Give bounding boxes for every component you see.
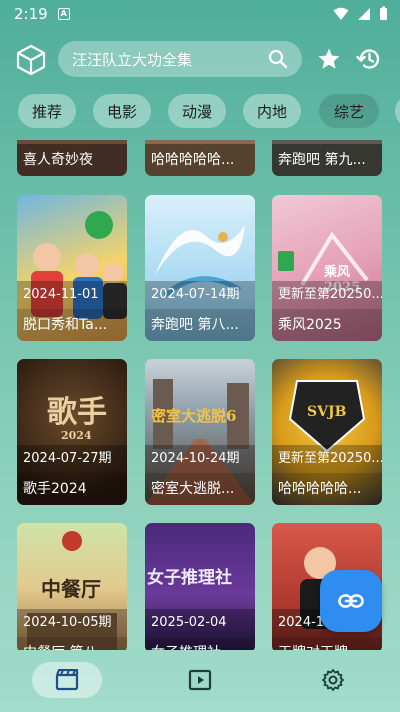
category-tabs: 推荐 电影 动漫 内地 综艺 — [0, 94, 400, 130]
list-item[interactable]: 中餐厅 2024-10-05期 中餐厅 第八... — [17, 523, 127, 650]
bottom-navigation — [0, 650, 400, 712]
nav-play[interactable] — [186, 662, 214, 698]
list-item[interactable]: 歌手 2024 2024-07-27期 歌手2024 — [17, 359, 127, 505]
star-icon[interactable] — [317, 47, 341, 71]
tab-variety[interactable]: 综艺 — [319, 94, 379, 128]
card-title: 乘风2025 — [272, 309, 382, 341]
card-title: 哈哈哈哈哈... — [145, 144, 255, 176]
card-title: 奔跑吧 第九... — [272, 144, 382, 176]
play-square-icon — [188, 669, 212, 691]
card-title: 喜人奇妙夜 — [17, 144, 127, 176]
cube-icon[interactable] — [16, 44, 46, 76]
nav-home[interactable] — [32, 662, 102, 698]
card-title: 哈哈哈哈哈... — [272, 473, 382, 505]
card-title: 密室大逃脱... — [145, 473, 255, 505]
card-badge: 2024-07-14期 — [145, 281, 255, 309]
status-bar: 2:19 A — [0, 0, 400, 28]
card-title: 奔跑吧 第八... — [145, 309, 255, 341]
clapperboard-icon — [55, 669, 79, 691]
poster-title-text: SVJB — [307, 404, 347, 420]
list-item[interactable]: 乘风2025 更新至第20250... 乘风2025 — [272, 195, 382, 341]
search-query: 汪汪队立大功全集 — [72, 50, 193, 69]
search-icon[interactable] — [268, 49, 288, 69]
poster-title-text: 密室大逃脱6 — [151, 407, 237, 425]
card-badge: 2024-10-24期 — [145, 445, 255, 473]
card-badge: 2024-11-01 — [17, 281, 127, 309]
link-fab-button[interactable] — [320, 570, 382, 632]
card-title: 歌手2024 — [17, 473, 127, 505]
card-title: 中餐厅 第八... — [17, 637, 127, 650]
status-time: 2:19 — [14, 5, 48, 23]
card-badge: 2024-10-05期 — [17, 609, 127, 637]
list-item[interactable]: 2024-07-14期 奔跑吧 第八... — [145, 195, 255, 341]
battery-icon — [380, 6, 387, 20]
notification-icon: A — [57, 8, 70, 20]
list-item[interactable]: 密室大逃脱6 2024-10-24期 密室大逃脱... — [145, 359, 255, 505]
poster-year-text: 2024 — [61, 429, 92, 442]
tab-movies[interactable]: 电影 — [93, 94, 151, 128]
card-badge: 更新至第20250... — [272, 281, 382, 309]
poster-title-text: 歌手 — [47, 395, 107, 430]
list-item[interactable]: 喜人奇妙夜 — [17, 140, 127, 176]
nav-settings[interactable] — [319, 662, 347, 698]
tab-anime[interactable]: 动漫 — [168, 94, 226, 128]
list-item[interactable]: 奔跑吧 第九... — [272, 140, 382, 176]
wifi-icon — [333, 7, 349, 20]
card-badge: 更新至第20250... — [272, 445, 382, 473]
link-icon — [338, 594, 364, 608]
card-title: 脱口秀和Ta... — [17, 309, 127, 341]
list-item[interactable]: 2024-11-01 脱口秀和Ta... — [17, 195, 127, 341]
card-badge: 2024-07-27期 — [17, 445, 127, 473]
list-item[interactable]: 哈哈哈哈哈... — [145, 140, 255, 176]
gear-icon — [322, 669, 344, 691]
tab-recommend[interactable]: 推荐 — [18, 94, 76, 128]
top-bar: 汪汪队立大功全集 — [0, 40, 400, 80]
search-input[interactable]: 汪汪队立大功全集 — [58, 41, 302, 77]
poster-title-text: 女子推理社 — [147, 568, 232, 588]
tab-mainland[interactable]: 内地 — [243, 94, 301, 128]
list-item[interactable]: SVJB 更新至第20250... 哈哈哈哈哈... — [272, 359, 382, 505]
signal-icon — [358, 7, 370, 20]
list-item[interactable]: 女子推理社 2025-02-04 女子推理社... — [145, 523, 255, 650]
poster-title-text: 中餐厅 — [41, 577, 101, 601]
tab-more[interactable] — [395, 94, 400, 128]
card-title: 女子推理社... — [145, 637, 255, 650]
card-badge: 2025-02-04 — [145, 609, 255, 637]
card-title: 王牌对王牌... — [272, 637, 382, 650]
history-icon[interactable] — [356, 46, 382, 72]
